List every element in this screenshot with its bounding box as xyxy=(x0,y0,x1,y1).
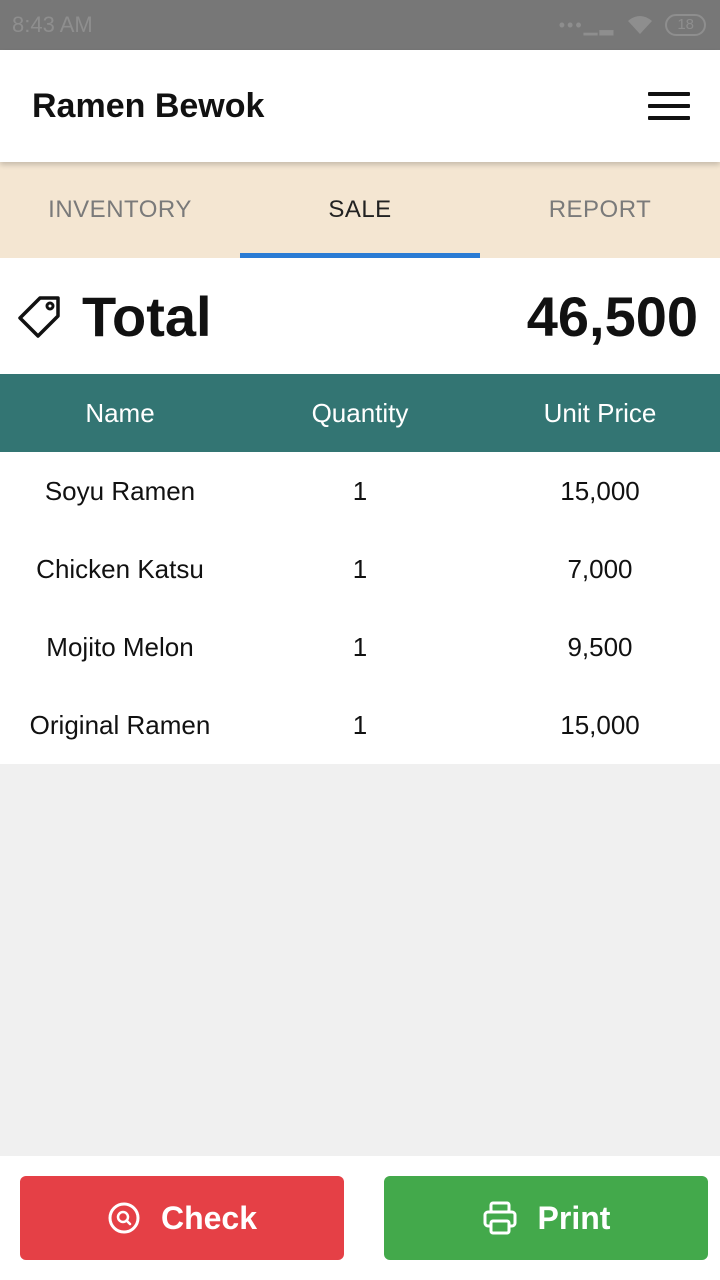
total-value: 46,500 xyxy=(526,284,698,348)
search-circle-icon xyxy=(108,1202,140,1234)
tab-inventory[interactable]: INVENTORY xyxy=(0,162,240,258)
item-name: Chicken Katsu xyxy=(36,553,204,584)
action-footer: Check Print xyxy=(0,1156,720,1280)
item-quantity: 1 xyxy=(352,709,368,740)
print-button-label: Print xyxy=(537,1199,611,1236)
item-name: Original Ramen xyxy=(29,709,211,740)
sale-items-table: Soyu Ramen 1 15,000 Chicken Katsu 1 7,00… xyxy=(0,452,720,764)
status-time: 8:43 AM xyxy=(12,12,93,37)
price-tag-icon xyxy=(18,296,60,338)
printer-icon xyxy=(483,1201,517,1235)
check-button[interactable]: Check xyxy=(20,1176,344,1260)
wifi-icon xyxy=(628,16,653,34)
column-header-name: Name xyxy=(85,397,155,428)
tab-report[interactable]: REPORT xyxy=(480,162,720,258)
tab-bar: INVENTORY SALE REPORT xyxy=(0,162,720,258)
item-name: Soyu Ramen xyxy=(44,475,196,506)
status-icons: •••▁▂ 18 xyxy=(559,14,706,36)
table-header: Name Quantity Unit Price xyxy=(0,374,720,452)
item-unit-price: 15,000 xyxy=(560,709,640,740)
tab-sale[interactable]: SALE xyxy=(240,162,480,258)
item-quantity: 1 xyxy=(352,553,368,584)
item-unit-price: 9,500 xyxy=(567,631,633,662)
table-row[interactable]: Soyu Ramen 1 15,000 xyxy=(0,452,720,530)
table-row[interactable]: Chicken Katsu 1 7,000 xyxy=(0,530,720,608)
item-name: Mojito Melon xyxy=(46,631,194,662)
hamburger-menu-icon[interactable] xyxy=(648,92,690,120)
check-button-label: Check xyxy=(160,1199,258,1236)
app-bar: Ramen Bewok xyxy=(0,50,720,162)
table-row[interactable]: Original Ramen 1 15,000 xyxy=(0,686,720,764)
total-row: Total 46,500 xyxy=(0,258,720,374)
item-quantity: 1 xyxy=(352,631,368,662)
item-unit-price: 15,000 xyxy=(560,475,640,506)
total-label: Total xyxy=(82,284,212,348)
column-header-unit-price: Unit Price xyxy=(543,397,657,428)
item-unit-price: 7,000 xyxy=(567,553,633,584)
signal-icon: •••▁▂ xyxy=(558,14,616,35)
column-header-quantity: Quantity xyxy=(311,397,409,428)
app-title: Ramen Bewok xyxy=(32,86,265,125)
battery-icon: 18 xyxy=(665,14,706,36)
table-row[interactable]: Mojito Melon 1 9,500 xyxy=(0,608,720,686)
status-bar: 8:43 AM •••▁▂ 18 xyxy=(0,0,720,50)
item-quantity: 1 xyxy=(352,475,368,506)
print-button[interactable]: Print xyxy=(384,1176,708,1260)
